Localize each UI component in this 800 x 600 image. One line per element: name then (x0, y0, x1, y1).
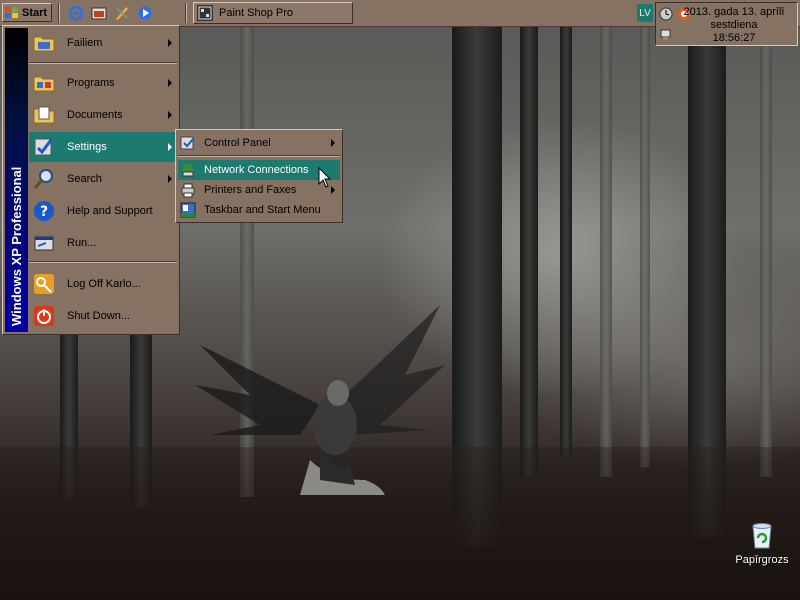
run-icon (34, 236, 54, 251)
clock-day: sestdiena (710, 19, 758, 31)
start-menu: Windows XP Professional Failiem Programs… (2, 25, 180, 335)
mouse-cursor-icon (318, 167, 332, 188)
submenu-arrow-icon (168, 143, 172, 151)
help-icon: ? (34, 201, 54, 221)
menu-item-label: Failiem (67, 37, 103, 49)
submenu-arrow-icon (168, 111, 172, 119)
menu-item-label: Run... (67, 237, 97, 249)
task-label: Paint Shop Pro (219, 7, 293, 19)
menu-item-label: Help and Support (67, 205, 153, 217)
menu-item-label: Log Off Karlo... (67, 278, 141, 290)
submenu-item-label: Taskbar and Start Menu (204, 204, 321, 216)
taskbar: Start Paint Shop Pro LV 2013. gada 13. a… (0, 0, 800, 46)
tools-icon[interactable] (114, 5, 130, 21)
recycle-bin-icon (752, 523, 772, 549)
start-label: Start (22, 6, 48, 19)
network-connections-icon (182, 164, 194, 177)
programs-icon (33, 76, 55, 92)
submenu-arrow-icon (168, 175, 172, 183)
system-tray: 2013. gada 13. aprīlī sestdiena 18:56:27 (655, 2, 798, 46)
menu-item-run[interactable]: Run... (29, 228, 177, 258)
shut-down-icon (34, 306, 54, 326)
start-button[interactable]: Start (2, 3, 52, 22)
submenu-arrow-icon (331, 139, 335, 147)
search-icon (33, 169, 53, 189)
folder-icon (33, 36, 55, 52)
internet-explorer-icon[interactable] (68, 5, 84, 21)
menu-item-label: Programs (67, 77, 115, 89)
submenu-item-label: Control Panel (204, 137, 271, 149)
language-indicator[interactable]: LV (637, 4, 653, 22)
menu-item-label: Settings (67, 141, 107, 153)
menu-item-failiem[interactable]: Failiem (29, 28, 177, 58)
menu-item-label: Shut Down... (67, 310, 130, 322)
menu-item-log-off[interactable]: Log Off Karlo... (29, 269, 177, 299)
windows-logo-icon (5, 6, 18, 18)
submenu-item-printers-and-faxes[interactable]: Printers and Faxes (178, 180, 340, 200)
paint-shop-pro-icon (197, 5, 213, 21)
submenu-item-network-connections[interactable]: Network Connections (178, 160, 340, 180)
submenu-item-taskbar-and-start-menu[interactable]: Taskbar and Start Menu (178, 200, 340, 220)
menu-item-label: Search (67, 173, 102, 185)
menu-item-help-and-support[interactable]: ? Help and Support (29, 196, 177, 226)
menu-separator (178, 155, 340, 157)
menu-item-search[interactable]: Search (29, 164, 177, 194)
submenu-item-label: Printers and Faxes (204, 184, 297, 196)
log-off-icon (34, 274, 54, 294)
documents-icon (33, 106, 55, 124)
submenu-arrow-icon (168, 79, 172, 87)
menu-separator (29, 62, 177, 64)
control-panel-icon (180, 136, 195, 150)
menu-item-programs[interactable]: Programs (29, 68, 177, 98)
angel-figure (195, 305, 445, 495)
svg-text:?: ? (40, 204, 48, 220)
media-icon[interactable] (137, 5, 153, 21)
task-button-paint-shop-pro[interactable]: Paint Shop Pro (193, 2, 353, 24)
taskbar-icon (180, 202, 196, 218)
menu-item-documents[interactable]: Documents (29, 100, 177, 130)
submenu-arrow-icon (168, 39, 172, 47)
desktop-icon-label: Papīrgrozs (735, 554, 789, 566)
movie-maker-icon[interactable] (91, 5, 107, 21)
desktop-icon-recycle-bin[interactable]: Papīrgrozs (730, 520, 794, 576)
clock-time[interactable]: 18:56:27 (670, 32, 798, 44)
submenu-item-control-panel[interactable]: Control Panel (178, 133, 340, 153)
menu-item-shut-down[interactable]: Shut Down... (29, 301, 177, 331)
menu-item-label: Documents (67, 109, 123, 121)
start-menu-banner: Windows XP Professional (5, 28, 28, 332)
menu-item-settings[interactable]: Settings (29, 132, 177, 162)
banner-text: Windows XP Professional (9, 166, 24, 326)
printers-icon (181, 183, 195, 198)
menu-separator (29, 261, 177, 263)
settings-icon (34, 138, 53, 156)
clock-date: 2013. gada 13. aprīlī (683, 6, 785, 18)
